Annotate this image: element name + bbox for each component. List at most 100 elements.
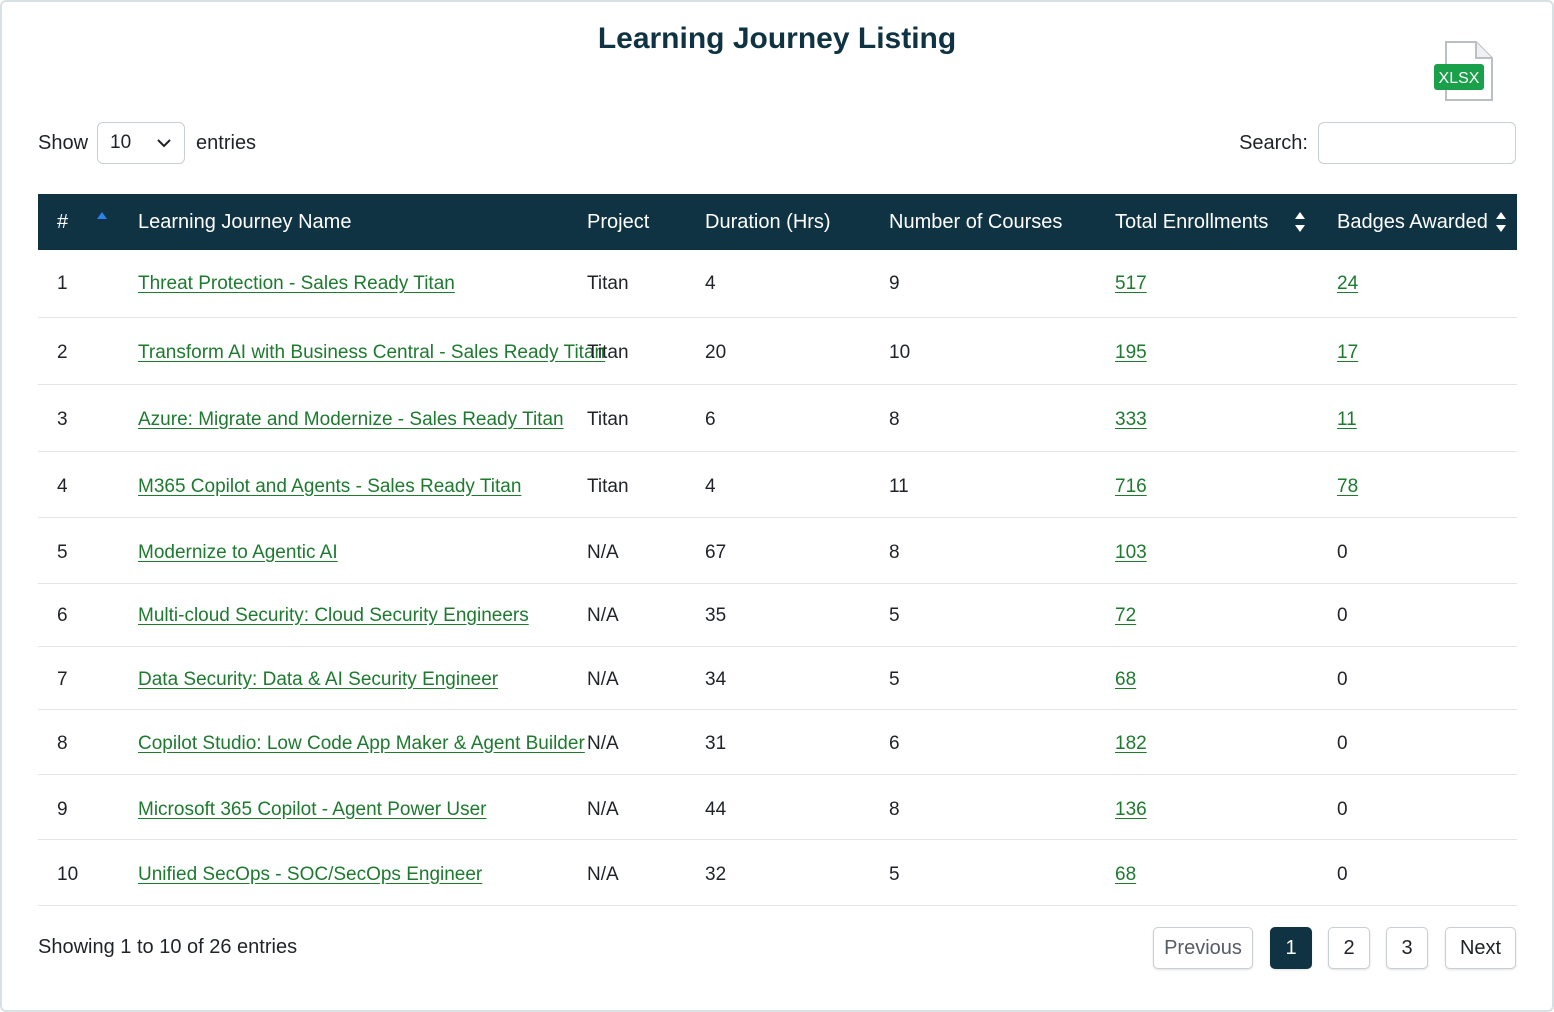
sort-both-icon bbox=[1293, 210, 1307, 234]
enrollments-link[interactable]: 68 bbox=[1115, 669, 1136, 691]
badges-link[interactable]: 78 bbox=[1337, 476, 1358, 498]
table-cell: Unified SecOps - SOC/SecOps Engineer bbox=[138, 839, 587, 905]
table-cell: 11 bbox=[889, 451, 1115, 517]
cell-badges: 0 bbox=[1337, 668, 1348, 690]
journey-name-link[interactable]: Multi-cloud Security: Cloud Security Eng… bbox=[138, 605, 529, 627]
table-cell: N/A bbox=[587, 774, 705, 839]
xlsx-label: XLSX bbox=[1439, 70, 1480, 87]
table-cell: N/A bbox=[587, 709, 705, 774]
enrollments-link[interactable]: 195 bbox=[1115, 342, 1147, 364]
table-cell: 8 bbox=[889, 384, 1115, 451]
cell-duration: 31 bbox=[705, 732, 727, 754]
badges-link[interactable]: 11 bbox=[1337, 409, 1357, 431]
entries-length-control: Show 10 entries bbox=[38, 122, 256, 164]
cell-project: N/A bbox=[587, 732, 619, 754]
journey-name-link[interactable]: Threat Protection - Sales Ready Titan bbox=[138, 273, 455, 295]
cell-courses: 8 bbox=[889, 798, 900, 820]
table-cell: 17 bbox=[1337, 317, 1517, 384]
badges-link[interactable]: 17 bbox=[1337, 342, 1358, 364]
cell-project: N/A bbox=[587, 863, 619, 885]
cell-courses: 5 bbox=[889, 668, 900, 690]
table-row: 10 Unified SecOps - SOC/SecOps Engineer N/… bbox=[38, 839, 1517, 905]
sort-both-icon bbox=[1494, 210, 1508, 234]
enrollments-link[interactable]: 517 bbox=[1115, 273, 1147, 295]
enrollments-link[interactable]: 68 bbox=[1115, 864, 1136, 886]
table-cell: 68 bbox=[1115, 839, 1337, 905]
table-cell: 7 bbox=[38, 646, 138, 709]
page-button-3[interactable]: 3 bbox=[1386, 927, 1428, 969]
column-header-duration[interactable]: Duration (Hrs) bbox=[705, 194, 889, 250]
export-xlsx-button[interactable]: XLSX bbox=[1432, 40, 1496, 102]
table-cell: 1 bbox=[38, 250, 138, 317]
search-label: Search: bbox=[1239, 131, 1308, 154]
enrollments-link[interactable]: 103 bbox=[1115, 542, 1147, 564]
page-button-1[interactable]: 1 bbox=[1270, 927, 1312, 969]
table-cell: 11 bbox=[1337, 384, 1517, 451]
table-row: 3 Azure: Migrate and Modernize - Sales Re… bbox=[38, 384, 1517, 451]
table-cell: 0 bbox=[1337, 839, 1517, 905]
table-cell: Azure: Migrate and Modernize - Sales Rea… bbox=[138, 384, 587, 451]
cell-courses: 5 bbox=[889, 604, 900, 626]
enrollments-link[interactable]: 333 bbox=[1115, 409, 1147, 431]
cell-duration: 35 bbox=[705, 604, 727, 626]
column-header-number[interactable]: # bbox=[38, 194, 138, 250]
table-cell: 35 bbox=[705, 583, 889, 646]
enrollments-link[interactable]: 182 bbox=[1115, 733, 1147, 755]
table-cell: 4 bbox=[38, 451, 138, 517]
column-header-enrollments-label: Total Enrollments bbox=[1115, 211, 1269, 233]
table-cell: 0 bbox=[1337, 583, 1517, 646]
xlsx-file-icon: XLSX bbox=[1434, 41, 1493, 101]
table-row: 2 Transform AI with Business Central - Sa… bbox=[38, 317, 1517, 384]
cell-project: N/A bbox=[587, 541, 619, 563]
page-button-2[interactable]: 2 bbox=[1328, 927, 1370, 969]
previous-page-button[interactable]: Previous bbox=[1153, 927, 1253, 969]
column-header-project[interactable]: Project bbox=[587, 194, 705, 250]
column-header-badges[interactable]: Badges Awarded bbox=[1337, 194, 1517, 250]
column-header-name[interactable]: Learning Journey Name bbox=[138, 194, 587, 250]
table-cell: 517 bbox=[1115, 250, 1337, 317]
cell-number: 10 bbox=[57, 863, 79, 885]
cell-duration: 4 bbox=[705, 475, 716, 497]
table-cell: N/A bbox=[587, 517, 705, 583]
enrollments-link[interactable]: 72 bbox=[1115, 605, 1136, 627]
cell-project: N/A bbox=[587, 798, 619, 820]
entries-per-page-select[interactable]: 10 bbox=[97, 122, 186, 164]
table-cell: Microsoft 365 Copilot - Agent Power User bbox=[138, 774, 587, 839]
column-header-enrollments[interactable]: Total Enrollments bbox=[1115, 194, 1337, 250]
table-cell: Transform AI with Business Central - Sal… bbox=[138, 317, 605, 384]
next-page-button[interactable]: Next bbox=[1445, 927, 1516, 969]
cell-courses: 8 bbox=[889, 408, 900, 430]
cell-number: 7 bbox=[57, 668, 68, 690]
journey-name-link[interactable]: Copilot Studio: Low Code App Maker & Age… bbox=[138, 733, 585, 755]
journey-name-link[interactable]: Azure: Migrate and Modernize - Sales Rea… bbox=[138, 409, 564, 431]
badges-link[interactable]: 24 bbox=[1337, 273, 1358, 295]
search-input[interactable] bbox=[1318, 122, 1516, 164]
table-cell: 10 bbox=[889, 317, 1115, 384]
journey-name-link[interactable]: M365 Copilot and Agents - Sales Ready Ti… bbox=[138, 476, 521, 498]
enrollments-link[interactable]: 136 bbox=[1115, 799, 1147, 821]
column-header-number-label: # bbox=[57, 211, 69, 233]
cell-badges: 0 bbox=[1337, 732, 1348, 754]
cell-duration: 20 bbox=[705, 341, 727, 363]
chevron-down-icon bbox=[157, 139, 171, 148]
column-header-courses[interactable]: Number of Courses bbox=[889, 194, 1115, 250]
cell-number: 1 bbox=[57, 273, 68, 294]
page-title: Learning Journey Listing bbox=[597, 22, 957, 55]
journey-name-link[interactable]: Unified SecOps - SOC/SecOps Engineer bbox=[138, 864, 482, 886]
table-cell: 5 bbox=[889, 839, 1115, 905]
table-cell: 6 bbox=[889, 709, 1115, 774]
enrollments-link[interactable]: 716 bbox=[1115, 476, 1147, 498]
table-cell: 67 bbox=[705, 517, 889, 583]
journey-name-link[interactable]: Transform AI with Business Central - Sal… bbox=[138, 342, 605, 364]
journey-name-link[interactable]: Microsoft 365 Copilot - Agent Power User bbox=[138, 799, 487, 821]
table-row: 9 Microsoft 365 Copilot - Agent Power Use… bbox=[38, 774, 1517, 839]
table-cell: 3 bbox=[38, 384, 138, 451]
table-cell: M365 Copilot and Agents - Sales Ready Ti… bbox=[138, 451, 587, 517]
journey-name-link[interactable]: Data Security: Data & AI Security Engine… bbox=[138, 669, 498, 691]
table-cell: 5 bbox=[889, 646, 1115, 709]
column-header-badges-label: Badges Awarded bbox=[1337, 211, 1488, 233]
journey-name-link[interactable]: Modernize to Agentic AI bbox=[138, 542, 338, 564]
table-cell: Titan bbox=[587, 250, 705, 317]
table-cell: N/A bbox=[587, 583, 705, 646]
table-row: 5 Modernize to Agentic AI N/A 67 8 103 0 bbox=[38, 517, 1517, 583]
